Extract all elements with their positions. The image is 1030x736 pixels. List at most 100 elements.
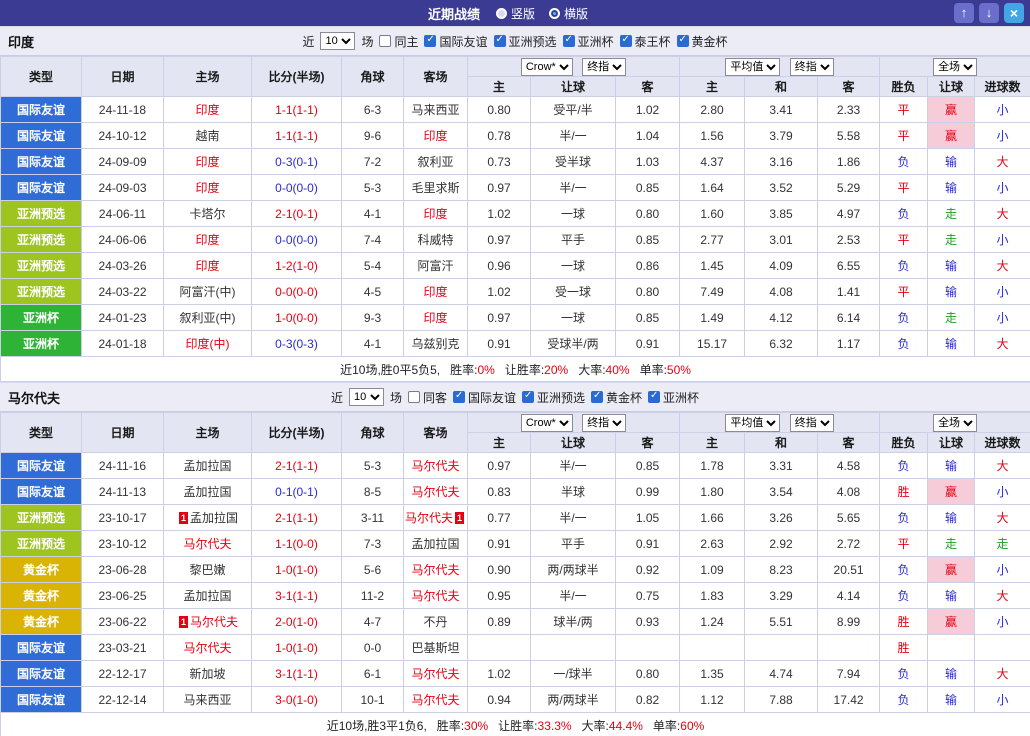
- scope-select[interactable]: 全场: [933, 414, 977, 432]
- date-cell: 22-12-17: [82, 661, 164, 687]
- euro-home-odds-cell: 1.12: [680, 687, 745, 713]
- euro-final-select[interactable]: 终指: [790, 414, 834, 432]
- asia-away-odds-cell: 0.85: [616, 175, 680, 201]
- league-checkbox-icon[interactable]: [677, 35, 689, 47]
- col-date: 日期: [82, 57, 164, 97]
- goals-result-cell: 小: [975, 279, 1030, 305]
- scope-select[interactable]: 全场: [933, 58, 977, 76]
- league-checkbox-icon[interactable]: [620, 35, 632, 47]
- league-checkbox[interactable]: 亚洲预选: [522, 389, 585, 406]
- result-cell: 负: [880, 201, 928, 227]
- league-checkbox-icon[interactable]: [494, 35, 506, 47]
- league-checkbox[interactable]: 黄金杯: [677, 33, 728, 50]
- euro-home-odds-cell: 2.77: [680, 227, 745, 253]
- euro-home-odds-cell: 2.80: [680, 97, 745, 123]
- bookmaker-select[interactable]: Crow*: [521, 58, 573, 76]
- asia-final-select[interactable]: 终指: [582, 58, 626, 76]
- home-team-cell: 马来西亚: [164, 687, 252, 713]
- euro-home-odds-cell: [680, 635, 745, 661]
- handicap-result-cell: 走: [928, 531, 975, 557]
- result-cell: 负: [880, 331, 928, 357]
- col-type: 类型: [1, 57, 82, 97]
- team-name: 黎巴嫩: [189, 563, 225, 577]
- league-checkbox-icon[interactable]: [522, 391, 534, 403]
- euro-away-odds-cell: 6.55: [818, 253, 880, 279]
- league-checkbox-icon[interactable]: [563, 35, 575, 47]
- home-team-cell: 1马尔代夫: [164, 609, 252, 635]
- team-name: 印度: [423, 311, 447, 325]
- handicap-result-cell: 输: [928, 175, 975, 201]
- same-venue-checkbox-icon[interactable]: [408, 391, 420, 403]
- corner-cell: 4-5: [342, 279, 404, 305]
- result-cell: 负: [880, 453, 928, 479]
- euro-away-odds-cell: [818, 635, 880, 661]
- asia-home-odds-cell: 0.80: [468, 97, 531, 123]
- radio-vertical-icon[interactable]: [496, 8, 507, 19]
- radio-vertical-layout[interactable]: 竖版: [496, 5, 535, 22]
- recent-count-select[interactable]: 10: [320, 32, 355, 50]
- asia-handicap-cell: 受平/半: [531, 97, 616, 123]
- league-type-cell: 亚洲杯: [1, 305, 82, 331]
- league-checkbox[interactable]: 亚洲杯: [648, 389, 699, 406]
- league-checkbox[interactable]: 黄金杯: [591, 389, 642, 406]
- col-home: 主场: [164, 413, 252, 453]
- scroll-up-button[interactable]: ↑: [954, 3, 974, 23]
- close-icon[interactable]: ×: [1004, 3, 1024, 23]
- asia-handicap-cell: 平手: [531, 531, 616, 557]
- radio-horizontal-icon[interactable]: [549, 8, 560, 19]
- goals-result-cell: 大: [975, 661, 1030, 687]
- team-name-heading: 印度: [8, 32, 34, 51]
- bookmaker-select[interactable]: Crow*: [521, 414, 573, 432]
- match-row: 国际友谊24-11-16孟加拉国2-1(1-1)5-3马尔代夫0.97半/一0.…: [1, 453, 1030, 479]
- asia-home-odds-cell: 0.91: [468, 531, 531, 557]
- home-team-cell: 孟加拉国: [164, 583, 252, 609]
- league-checkbox-label: 黄金杯: [606, 389, 642, 406]
- euro-average-select[interactable]: 平均值: [725, 414, 780, 432]
- same-venue-checkbox[interactable]: 同主: [379, 33, 418, 50]
- date-cell: 23-06-28: [82, 557, 164, 583]
- league-checkbox[interactable]: 亚洲杯: [563, 33, 614, 50]
- euro-average-select[interactable]: 平均值: [725, 58, 780, 76]
- home-team-cell: 孟加拉国: [164, 453, 252, 479]
- euro-final-select[interactable]: 终指: [790, 58, 834, 76]
- col-asia-away: 客: [616, 77, 680, 97]
- league-checkbox[interactable]: 国际友谊: [424, 33, 487, 50]
- league-checkbox[interactable]: 亚洲预选: [494, 33, 557, 50]
- euro-draw-odds-cell: 4.12: [745, 305, 818, 331]
- recent-count-select[interactable]: 10: [349, 388, 384, 406]
- section-maldives: 马尔代夫 近10场同客国际友谊亚洲预选黄金杯亚洲杯 类型 日期 主场 比分(半场…: [0, 382, 1030, 736]
- asia-away-odds-cell: 0.85: [616, 227, 680, 253]
- corner-cell: 10-1: [342, 687, 404, 713]
- euro-away-odds-cell: 20.51: [818, 557, 880, 583]
- away-team-cell: 马尔代夫: [404, 687, 468, 713]
- col-handicap-result: 让球: [928, 433, 975, 453]
- score-cell: 2-1(0-1): [252, 201, 342, 227]
- league-checkbox-icon[interactable]: [453, 391, 465, 403]
- league-checkbox-label: 国际友谊: [439, 33, 487, 50]
- same-venue-checkbox[interactable]: 同客: [408, 389, 447, 406]
- score-cell: 0-3(0-1): [252, 149, 342, 175]
- league-checkbox-icon[interactable]: [648, 391, 660, 403]
- scope-header: 全场: [880, 413, 1030, 433]
- asia-handicap-cell: 半/一: [531, 123, 616, 149]
- league-checkbox-icon[interactable]: [591, 391, 603, 403]
- league-checkbox-icon[interactable]: [424, 35, 436, 47]
- radio-horizontal-layout[interactable]: 横版: [549, 5, 588, 22]
- home-team-cell: 印度: [164, 149, 252, 175]
- scroll-down-button[interactable]: ↓: [979, 3, 999, 23]
- team-name: 巴基斯坦: [411, 641, 459, 655]
- euro-home-odds-cell: 7.49: [680, 279, 745, 305]
- asia-final-select[interactable]: 终指: [582, 414, 626, 432]
- date-cell: 24-10-12: [82, 123, 164, 149]
- league-checkbox[interactable]: 泰王杯: [620, 33, 671, 50]
- match-row: 亚洲预选24-06-11卡塔尔2-1(0-1)4-1印度1.02一球0.801.…: [1, 201, 1030, 227]
- date-cell: 23-06-22: [82, 609, 164, 635]
- league-checkbox[interactable]: 国际友谊: [453, 389, 516, 406]
- euro-away-odds-cell: 5.29: [818, 175, 880, 201]
- league-checkbox-label: 亚洲预选: [537, 389, 585, 406]
- euro-away-odds-cell: 4.58: [818, 453, 880, 479]
- same-venue-checkbox-icon[interactable]: [379, 35, 391, 47]
- result-cell: 负: [880, 305, 928, 331]
- date-cell: 24-09-03: [82, 175, 164, 201]
- euro-draw-odds-cell: 3.85: [745, 201, 818, 227]
